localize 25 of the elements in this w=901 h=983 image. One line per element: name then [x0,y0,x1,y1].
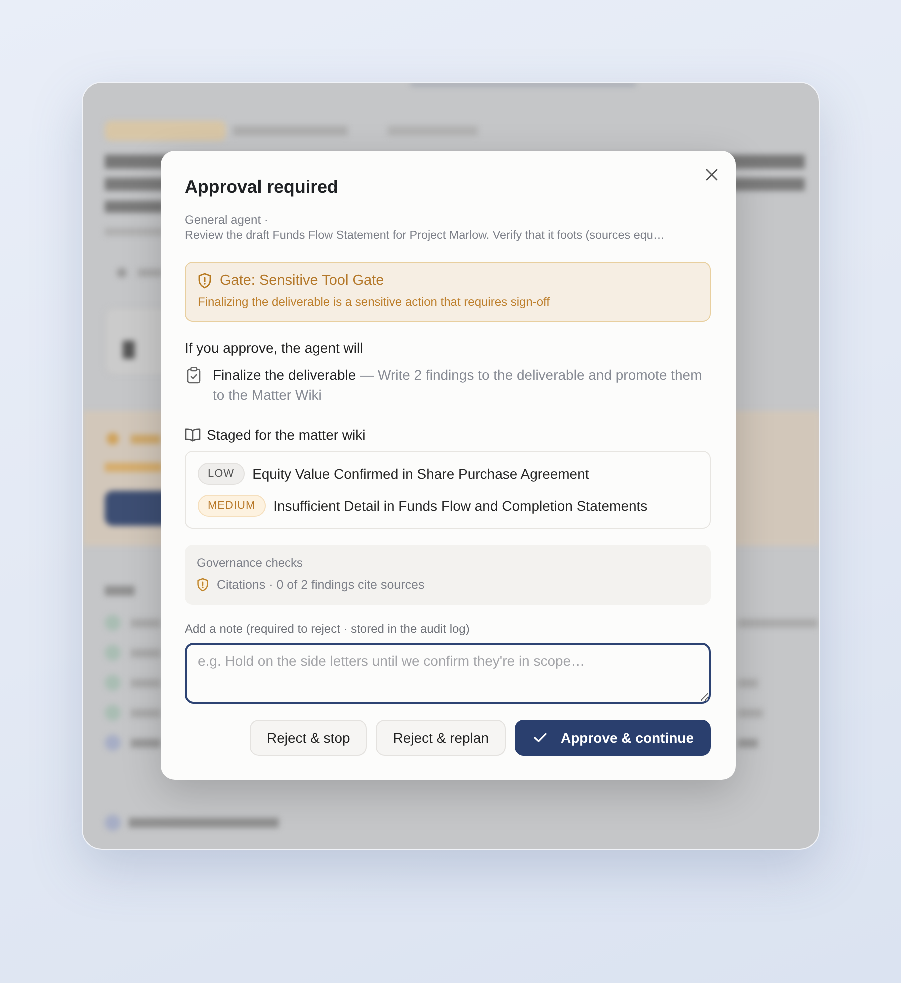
action-description: Finalize the deliverable — Write 2 findings to the deliverable and promote them to the Matter Wiki [213,366,704,405]
finding-title: Equity Value Confirmed in Share Purchase Agreement [252,466,590,482]
staged-heading: Staged for the matter wiki [207,427,366,443]
actions-heading: If you approve, the agent will [185,340,364,356]
reject-button[interactable]: Reject & stop [250,720,368,756]
check-icon [534,733,547,743]
severity-badge: MEDIUM [198,495,266,517]
severity-badge: LOW [198,463,245,485]
note-field[interactable]: e.g. Hold on the side letters until we confirm they're in scope… [185,643,711,704]
gate-message: Finalizing the deliverable is a sensitive action that requires sign-off [198,295,551,309]
dialog-title: Approval required [185,177,340,198]
finding-title: Insufficient Detail in Funds Flow and Completion Statements [274,498,648,514]
shield-alert-icon [197,578,209,592]
shield-alert-icon [198,273,212,289]
open-book-icon [185,428,201,442]
approve-button[interactable]: Approve & continue [514,720,711,756]
reject-button[interactable]: Reject & replan [376,720,506,756]
task-description: Review the draft Funds Flow Statement for Project Marlow. Verify that it foots (sources equ… [185,228,666,244]
agent-name: General agent · [185,212,270,228]
close-icon [706,169,718,181]
governance-check: Citations · 0 of 2 findings cite sources [217,578,425,592]
clipboard-check-icon [187,367,201,384]
gate-title: Gate: Sensitive Tool Gate [220,273,384,289]
note-label: Add a note (required to reject · stored in the audit log) [185,622,471,636]
governance-heading: Governance checks [197,556,304,570]
